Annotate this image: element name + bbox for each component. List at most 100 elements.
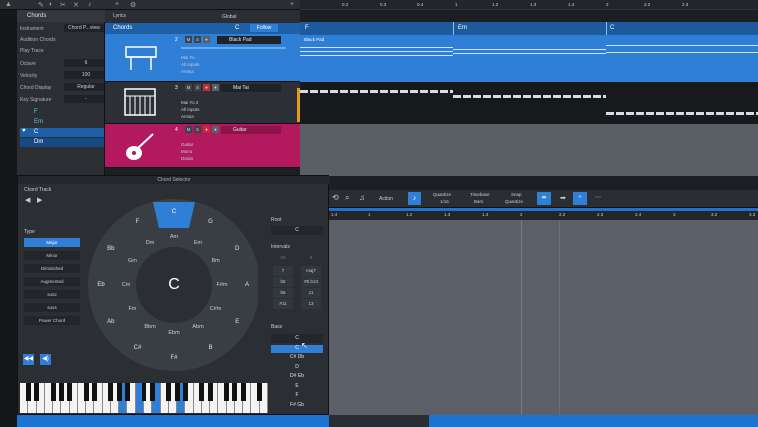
inspector-row-audition[interactable]: Audition Chords [20, 35, 104, 44]
wheel-minor-10[interactable]: Gm [128, 258, 137, 264]
editor-ruler[interactable]: 1.4 1 1.2 1.3 1.4 2 2.2 2.3 2.4 3 3.2 3.… [329, 208, 758, 220]
black-key[interactable] [34, 383, 39, 401]
bass-option[interactable]: F# Gb [271, 402, 323, 410]
wheel-major-9[interactable]: Eb [97, 282, 104, 288]
timebase-select[interactable]: Bars [474, 199, 483, 204]
wheel-major-10[interactable]: Bb [107, 246, 114, 252]
black-key[interactable] [108, 383, 114, 401]
black-key[interactable] [25, 383, 31, 401]
type-sus2-button[interactable]: sus2 [24, 290, 80, 299]
wheel-major-4[interactable]: E [235, 319, 239, 325]
solo-button[interactable]: S [194, 84, 201, 91]
inspector-row-instrument[interactable]: Instrument Chord P...view [20, 24, 104, 33]
solo-button[interactable]: S [194, 126, 201, 133]
zoom-icon[interactable]: ⌕ [345, 193, 349, 203]
wheel-major-11[interactable]: F [136, 219, 140, 225]
arrow-tool-icon[interactable]: ▲ [5, 1, 12, 8]
monitor-button[interactable]: ● [212, 84, 219, 91]
black-key[interactable] [141, 383, 147, 401]
black-key[interactable] [207, 383, 213, 401]
wheel-major-5[interactable]: B [208, 345, 212, 351]
mute-button[interactable]: M [185, 84, 192, 91]
bass-option[interactable]: D [271, 364, 323, 372]
black-key[interactable] [232, 383, 238, 401]
black-key[interactable] [199, 383, 205, 401]
inspector-row-velocity[interactable]: Velocity 100 [20, 71, 104, 80]
quantize-select[interactable]: 1/16 [440, 199, 449, 204]
black-key[interactable] [149, 383, 155, 401]
type-major-button[interactable]: Major [24, 238, 80, 247]
interval-11[interactable]: 11 [301, 288, 321, 298]
interval-maj7[interactable]: maj7 [301, 266, 321, 276]
wheel-minor-8[interactable]: Fm [128, 306, 136, 312]
wheel-major-8[interactable]: Ab [107, 319, 114, 325]
chord-list-item[interactable]: Em [20, 118, 104, 127]
chord-list-item[interactable]: F [20, 108, 104, 117]
inspector-row-play-trace[interactable]: Play Trace [20, 46, 104, 55]
wheel-minor-7[interactable]: Bbm [144, 324, 155, 330]
type-diminished-button[interactable]: Diminished [24, 264, 80, 273]
loop-icon[interactable]: ⟲ [332, 193, 339, 202]
global-label[interactable]: Global [222, 14, 236, 20]
bass-option-selected[interactable]: C [271, 345, 323, 353]
black-key[interactable] [240, 383, 246, 401]
snap-select[interactable]: Quantize [505, 199, 523, 204]
interval-7[interactable]: 7 [273, 266, 293, 276]
wheel-minor-3[interactable]: F#m [217, 282, 228, 288]
bass-option[interactable]: F [271, 392, 323, 400]
black-key[interactable] [166, 383, 172, 401]
track-mai-tai[interactable]: 3 M S ● ● Mai Tai Mai Yu 2 All Inputs Ar… [105, 82, 300, 124]
black-key[interactable] [58, 383, 64, 401]
black-key[interactable] [50, 383, 56, 401]
interval-b6[interactable]: b6 [273, 288, 293, 298]
black-key[interactable] [174, 383, 180, 401]
interval-13[interactable]: 13 [301, 299, 321, 309]
wheel-minor-11[interactable]: Dm [146, 240, 155, 246]
type-minor-button[interactable]: Minor [24, 251, 80, 260]
black-key[interactable] [124, 383, 130, 401]
track-name[interactable]: Black Pad [217, 36, 281, 44]
next-chord-icon[interactable]: ▶ [37, 196, 42, 204]
interval-sharp5[interactable]: #5 b13 [301, 277, 321, 287]
wheel-minor-2[interactable]: Bm [211, 258, 219, 264]
chord-event[interactable]: F [305, 25, 309, 31]
bass-select[interactable]: C [271, 334, 323, 343]
synth-clip[interactable] [300, 82, 758, 124]
type-augmented-button[interactable]: Augmented [24, 277, 80, 286]
inspector-row-chord-display[interactable]: Chord Display Regular [20, 83, 104, 92]
headphones-icon[interactable]: ♫ [359, 193, 365, 202]
interval-b9[interactable]: b9 [273, 253, 293, 263]
prev-chord-icon[interactable]: ◀ [25, 196, 30, 204]
more-icon[interactable]: ⋯ [595, 194, 601, 201]
wheel-minor-0[interactable]: Am [170, 234, 178, 240]
guitar-lane[interactable] [300, 124, 758, 176]
root-select[interactable]: C [271, 226, 323, 235]
chord-track-header[interactable]: Chords C Follow [105, 23, 300, 34]
rewind-icon[interactable]: ◀◀ [23, 354, 34, 365]
wheel-major-3[interactable]: A [245, 282, 249, 288]
monitor-button[interactable]: ● [212, 126, 219, 133]
wheel-major-1[interactable]: G [208, 219, 213, 225]
monitor-button[interactable]: ● [203, 36, 210, 43]
chord-list-item[interactable]: Dm [20, 138, 104, 147]
snap-toggle-icon[interactable]: ⇹ [537, 192, 551, 205]
action-menu[interactable]: Action [379, 196, 393, 202]
wheel-minor-1[interactable]: Em [194, 240, 202, 246]
wheel-minor-5[interactable]: Abm [192, 324, 203, 330]
solo-button[interactable]: S [194, 36, 201, 43]
pad-clip[interactable]: Black Pad [300, 35, 758, 82]
arrow-icon[interactable]: ➡ [560, 194, 566, 202]
add-track-icon[interactable]: + [115, 1, 119, 8]
wheel-major-0[interactable]: C [172, 209, 176, 215]
track-name[interactable]: Guitar [221, 126, 281, 134]
bass-option[interactable]: E [271, 383, 323, 391]
bass-option[interactable]: D# Eb [271, 373, 323, 381]
black-key[interactable] [182, 383, 188, 401]
piano-keyboard[interactable] [20, 383, 268, 413]
wheel-minor-9[interactable]: Cm [122, 282, 131, 288]
interval-sharp11[interactable]: #11 [273, 299, 293, 309]
editor-grid[interactable] [329, 220, 758, 415]
black-key[interactable] [257, 383, 263, 401]
follow-button[interactable]: Follow [250, 24, 278, 32]
chord-track-lane[interactable]: F Em C [300, 22, 758, 35]
